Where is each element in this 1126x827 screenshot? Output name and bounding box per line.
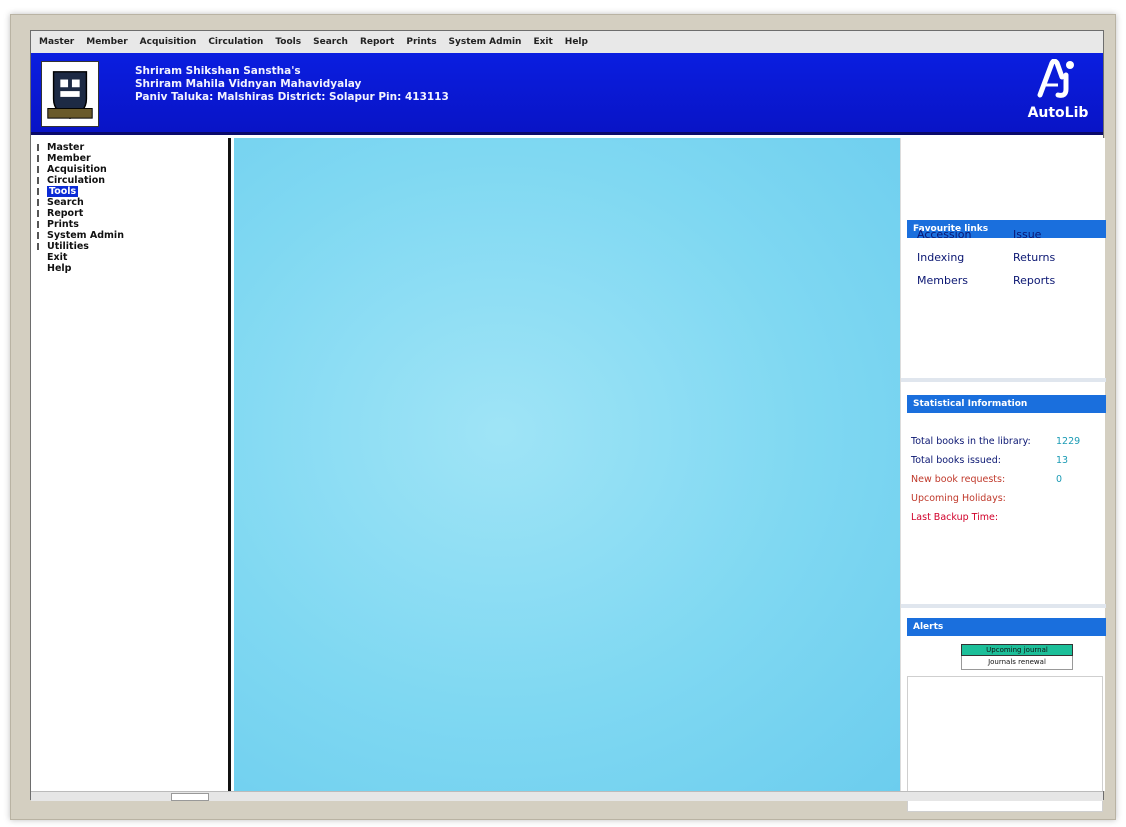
nav-label: Acquisition [47,164,107,175]
stat-row: New book requests: 0 [911,470,1101,489]
app-window: Master Member Acquisition Circulation To… [30,30,1106,812]
stat-label: Last Backup Time: [911,512,999,523]
institution-name: Shriram Shikshan Sanstha's Shriram Mahil… [135,65,449,104]
nav-tick [37,232,39,239]
nav-circulation[interactable]: Circulation [37,175,228,186]
fav-link-accession[interactable]: Accession [917,228,1013,241]
nav-tick [37,166,39,173]
nav-report[interactable]: Report [37,208,228,219]
nav-exit[interactable]: Exit [37,252,228,263]
stat-row: Total books issued: 13 [911,451,1101,470]
nav-prints[interactable]: Prints [37,219,228,230]
nav-label: Member [47,153,91,164]
nav-master[interactable]: Master [37,142,228,153]
menu-bar: Master Member Acquisition Circulation To… [31,31,1103,53]
status-bar [31,791,1103,801]
menu-help[interactable]: Help [565,37,588,47]
nav-tick [37,144,39,151]
nav-tick [37,254,39,261]
nav-tick [37,221,39,228]
menu-acquisition[interactable]: Acquisition [140,37,197,47]
fav-link-indexing[interactable]: Indexing [917,251,1013,264]
stat-label: Total books in the library: [911,436,1031,447]
nav-search[interactable]: Search [37,197,228,208]
nav-tick [37,265,39,272]
nav-tick [37,188,39,195]
panel-separator [901,378,1106,382]
nav-member[interactable]: Member [37,153,228,164]
nav-utilities[interactable]: Utilities [37,241,228,252]
fav-link-returns[interactable]: Returns [1013,251,1093,264]
org-line-2: Shriram Mahila Vidnyan Mahavidyalay [135,78,362,90]
nav-label: Master [47,142,85,153]
nav-tools[interactable]: Tools [37,186,228,197]
dashboard-panel: Favourite links Accession Issue Indexing… [900,138,1106,812]
fav-link-members[interactable]: Members [917,274,1013,287]
nav-tick [37,199,39,206]
stat-value: 1229 [1056,436,1081,447]
crest-icon [42,62,98,126]
alerts-title: Alerts [907,618,1106,636]
autolib-brand: AutoLib [1023,59,1093,131]
stat-label: New book requests: [911,474,1006,485]
fav-link-reports[interactable]: Reports [1013,274,1093,287]
stat-row: Total books in the library: 1229 [911,432,1101,451]
stat-value: 0 [1056,474,1063,485]
brand-name: AutoLib [1027,105,1089,121]
stat-row: Upcoming Holidays: [911,489,1101,508]
menu-search[interactable]: Search [313,37,348,47]
nav-label: Tools [47,186,79,197]
panel-separator [901,604,1106,608]
tab-upcoming-journal[interactable]: Upcoming journal [961,644,1073,656]
menu-report[interactable]: Report [360,37,394,47]
stat-label: Upcoming Holidays: [911,493,1006,504]
nav-label: Help [47,263,72,274]
autolib-logo-icon [1037,59,1074,98]
statistics-list: Total books in the library: 1229 Total b… [911,432,1101,527]
menu-exit[interactable]: Exit [533,37,552,47]
menu-circulation[interactable]: Circulation [208,37,263,47]
menu-system-admin[interactable]: System Admin [449,37,522,47]
statistics-title: Statistical Information [907,395,1106,413]
nav-label: Utilities [47,241,89,252]
org-line-1: Shriram Shikshan Sanstha's [135,65,301,77]
main-workspace[interactable] [234,138,900,791]
institution-header: Shriram Shikshan Sanstha's Shriram Mahil… [31,53,1103,135]
institution-logo [41,61,99,127]
stat-row: Last Backup Time: [911,508,1101,527]
status-field [171,793,209,801]
nav-acquisition[interactable]: Acquisition [37,164,228,175]
nav-tick [37,243,39,250]
nav-label: Report [47,208,84,219]
stat-value: 13 [1056,455,1069,466]
favourite-links: Accession Issue Indexing Returns Members… [917,228,1097,287]
fav-link-issue[interactable]: Issue [1013,228,1093,241]
tab-journals-renewal[interactable]: Journals renewal [961,656,1073,670]
menu-prints[interactable]: Prints [406,37,436,47]
nav-label: System Admin [47,230,124,241]
menu-master[interactable]: Master [39,37,74,47]
nav-tick [37,177,39,184]
nav-system-admin[interactable]: System Admin [37,230,228,241]
main-navigation: Master Member Acquisition Circulation To… [31,138,231,791]
nav-tick [37,210,39,217]
nav-tick [37,155,39,162]
nav-help[interactable]: Help [37,263,228,274]
menu-tools[interactable]: Tools [275,37,301,47]
menu-member[interactable]: Member [86,37,127,47]
org-line-3: Paniv Taluka: Malshiras District: Solapu… [135,91,449,103]
stat-label: Total books issued: [911,455,1001,466]
nav-label: Exit [47,252,68,263]
nav-label: Circulation [47,175,106,186]
nav-label: Prints [47,219,79,230]
nav-label: Search [47,197,84,208]
